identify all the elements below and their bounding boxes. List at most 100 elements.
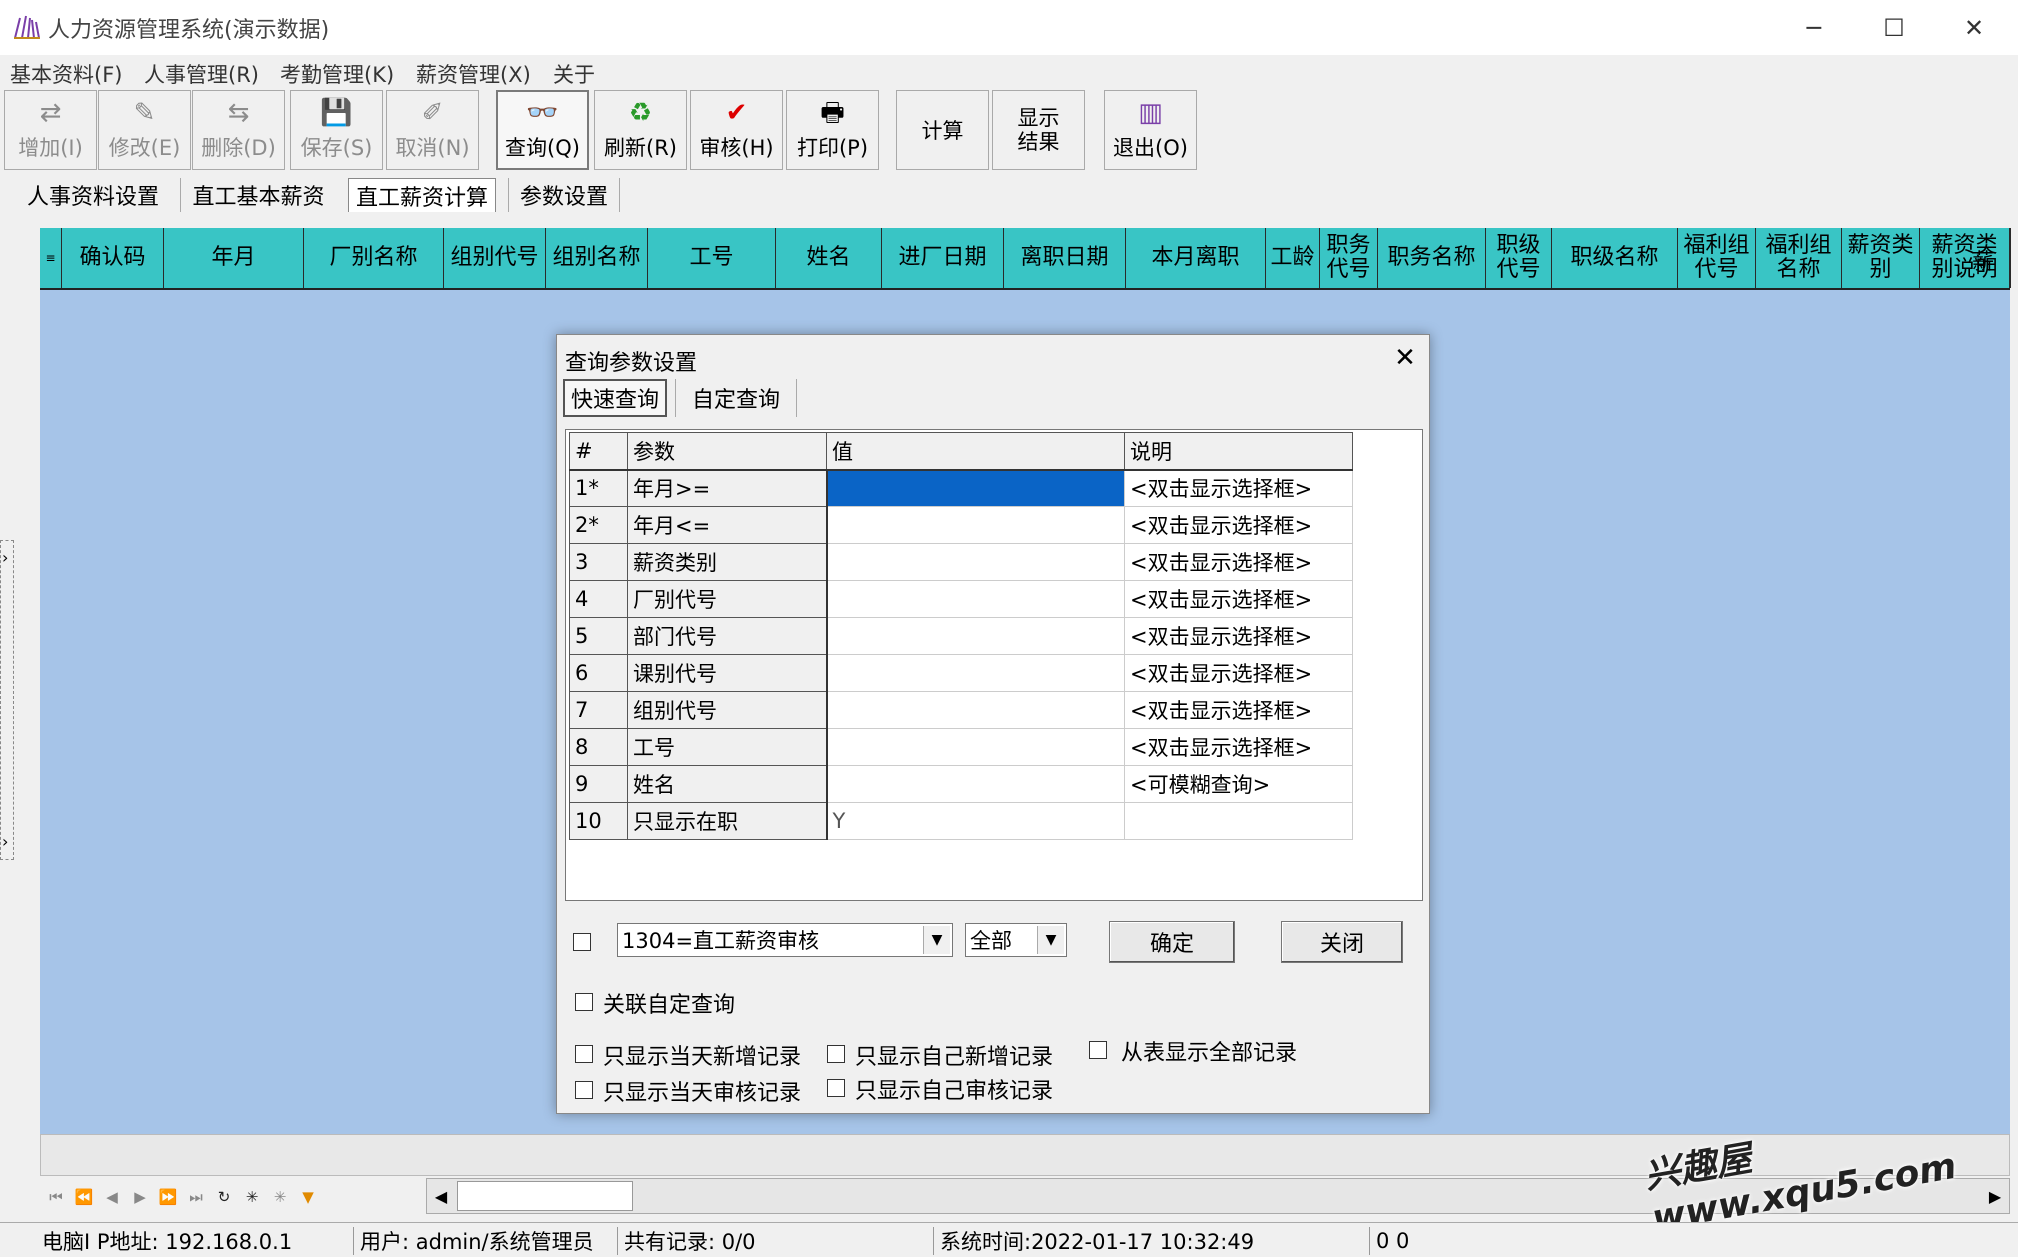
minimize-button[interactable]: ─ [1774,0,1854,55]
table-row[interactable]: 9 姓名 <可模糊查询> [569,765,1353,803]
first-record-icon[interactable]: ⏮ [44,1186,68,1208]
param-value-field[interactable]: Y [826,802,1125,840]
col-group-name[interactable]: 组别名称 [546,228,648,288]
menu-bar: 基本资料(F) 人事管理(R) 考勤管理(K) 薪资管理(X) 关于 [0,55,2018,89]
col-leave-date[interactable]: 离职日期 [1004,228,1126,288]
row-number: 6 [569,654,628,692]
param-value-field[interactable] [826,765,1125,803]
col-year-month[interactable]: 年月 [164,228,304,288]
param-name: 厂别代号 [627,580,828,618]
menu-attendance[interactable]: 考勤管理(K) [280,59,394,89]
delete-button[interactable]: ⇆ 删除(D) [192,90,285,170]
col-left-this-month[interactable]: 本月离职 [1126,228,1266,288]
dialog-close-icon[interactable]: ✕ [1383,337,1427,379]
next-page-icon[interactable]: ⏩ [156,1186,180,1208]
print-button[interactable]: 🖶 打印(P) [786,90,879,170]
menu-about[interactable]: 关于 [553,59,595,89]
col-join-date[interactable]: 进厂日期 [882,228,1004,288]
col-rank-name[interactable]: 职级名称 [1552,228,1678,288]
col-confirm-code[interactable]: 确认码 [62,228,164,288]
table-row[interactable]: 6 课别代号 <双击显示选择框> [569,654,1353,692]
col-factory-name[interactable]: 厂别名称 [304,228,444,288]
param-value-field[interactable] [826,543,1125,581]
filter-icon[interactable]: ▼ [296,1186,320,1208]
save-button[interactable]: 💾 保存(S) [290,90,383,170]
scrollbar-thumb[interactable] [457,1181,633,1211]
chevron-down-icon[interactable]: ▼ [1037,926,1064,954]
report-checkbox[interactable] [573,933,591,951]
col-position-name[interactable]: 职务名称 [1378,228,1486,288]
report-select[interactable]: 1304=直工薪资审核 ▼ [617,923,953,957]
col-employee-id[interactable]: 工号 [648,228,776,288]
param-value-field[interactable] [826,728,1125,766]
col-welfare-code[interactable]: 福利组 代号 [1678,228,1756,288]
col-salary-truncated[interactable]: 薪 [2010,228,2011,288]
menu-salary[interactable]: 薪资管理(X) [416,59,531,89]
side-collapse-strip[interactable] [0,540,14,860]
show-result-button[interactable]: 显示 结果 [992,90,1085,170]
tab-parameters[interactable]: 参数设置 [508,178,620,212]
col-name[interactable]: 姓名 [776,228,882,288]
col-salary-type[interactable]: 薪资类 别 [1842,228,1920,288]
new-record-icon[interactable]: ✳ [240,1186,264,1208]
self-added-checkbox[interactable] [827,1045,845,1063]
table-row[interactable]: 4 厂别代号 <双击显示选择框> [569,580,1353,618]
prev-page-icon[interactable]: ⏪ [72,1186,96,1208]
param-value-field[interactable] [826,580,1125,618]
tab-personnel-settings[interactable]: 人事资料设置 [18,178,168,212]
last-record-icon[interactable]: ⏭ [184,1186,208,1208]
param-value-field[interactable] [826,654,1125,692]
confirm-button[interactable]: 确定 [1109,921,1235,963]
cancel-button[interactable]: ✐ 取消(N) [386,90,479,170]
col-seniority[interactable]: 工龄 [1266,228,1320,288]
title-bar: 人力资源管理系统(演示数据) ─ ☐ ✕ [0,0,2018,56]
expand-arrow-icon[interactable]: › [2,548,8,567]
table-row[interactable]: 2* 年月<= <双击显示选择框> [569,506,1353,544]
link-custom-checkbox[interactable] [575,993,593,1011]
col-salary-partial[interactable]: 薪 [1972,244,2008,276]
dialog-close-button[interactable]: 关闭 [1281,921,1403,963]
edit-button[interactable]: ✎ 修改(E) [98,90,191,170]
add-button[interactable]: ⇄ 增加(I) [4,90,97,170]
tab-custom-query[interactable]: 自定查询 [675,379,797,417]
param-value-field[interactable] [826,469,1125,507]
table-row[interactable]: 10 只显示在职 Y [569,802,1353,840]
scope-select[interactable]: 全部 ▼ [965,923,1067,957]
prev-record-icon[interactable]: ◀ [100,1186,124,1208]
table-row[interactable]: 3 薪资类别 <双击显示选择框> [569,543,1353,581]
close-window-button[interactable]: ✕ [1934,0,2014,55]
maximize-button[interactable]: ☐ [1854,0,1934,55]
table-row[interactable]: 7 组别代号 <双击显示选择框> [569,691,1353,729]
table-row[interactable]: 8 工号 <双击显示选择框> [569,728,1353,766]
approve-button[interactable]: ✔ 审核(H) [690,90,783,170]
param-value-field[interactable] [826,691,1125,729]
scroll-right-icon[interactable]: ▶ [1981,1179,2009,1213]
calculate-button[interactable]: 计算 [896,90,989,170]
param-value-field[interactable] [826,617,1125,655]
tab-quick-query[interactable]: 快速查询 [563,379,667,417]
col-rank-code[interactable]: 职级 代号 [1486,228,1552,288]
col-position-code[interactable]: 职务 代号 [1320,228,1378,288]
new-record-alt-icon[interactable]: ✳ [268,1186,292,1208]
query-button[interactable]: 👓 查询(Q) [496,90,589,170]
next-record-icon[interactable]: ▶ [128,1186,152,1208]
show-all-detail-checkbox[interactable] [1089,1041,1107,1059]
exit-button[interactable]: ▥ 退出(O) [1104,90,1197,170]
refresh-record-icon[interactable]: ↻ [212,1186,236,1208]
chevron-down-icon[interactable]: ▼ [923,926,950,954]
menu-basic-data[interactable]: 基本资料(F) [10,59,122,89]
self-approved-checkbox[interactable] [827,1079,845,1097]
table-row[interactable]: 5 部门代号 <双击显示选择框> [569,617,1353,655]
table-row[interactable]: 1* 年月>= <双击显示选择框> [569,469,1353,507]
tab-salary-calc[interactable]: 直工薪资计算 [348,178,496,212]
today-approved-checkbox[interactable] [575,1081,593,1099]
today-added-checkbox[interactable] [575,1045,593,1063]
menu-personnel[interactable]: 人事管理(R) [144,59,259,89]
expand-arrow-icon[interactable]: › [2,832,8,851]
tab-basic-salary[interactable]: 直工基本薪资 [180,178,336,212]
col-welfare-name[interactable]: 福利组 名称 [1756,228,1842,288]
scroll-left-icon[interactable]: ◀ [427,1179,455,1213]
col-group-code[interactable]: 组别代号 [444,228,546,288]
refresh-button[interactable]: ♻ 刷新(R) [594,90,687,170]
param-value-field[interactable] [826,506,1125,544]
